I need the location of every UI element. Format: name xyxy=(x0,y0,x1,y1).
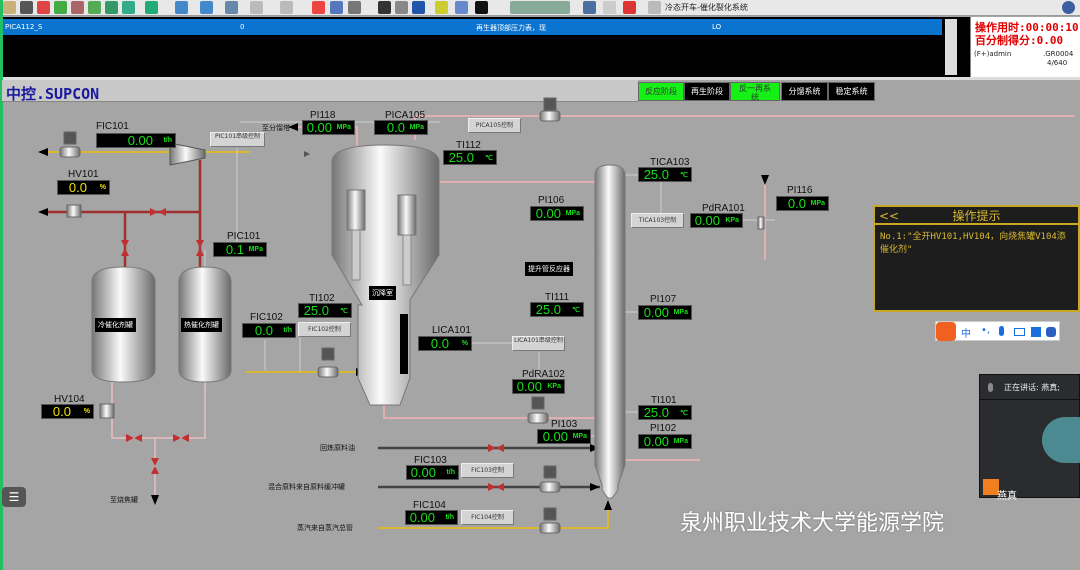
collapse-button[interactable]: << xyxy=(879,207,899,225)
tips-title: 操作提示 xyxy=(952,209,1001,223)
pdra102-display[interactable]: 0.00 KPa xyxy=(512,379,565,394)
hv101-display[interactable]: 0.0% xyxy=(57,180,110,195)
mic-icon[interactable] xyxy=(999,326,1004,336)
pi106-display[interactable]: 0.00 MPa xyxy=(530,206,584,221)
fic104-control-button[interactable]: FIC104控制 xyxy=(461,510,514,525)
fic102-display[interactable]: 0.0 t/h xyxy=(242,323,296,338)
ime-toolbar[interactable]: 中 •, xyxy=(935,321,1060,341)
ti112-display[interactable]: 25.0 ℃ xyxy=(443,150,497,165)
to-burner-label: 至烧焦罐 xyxy=(110,496,138,504)
pica105-display[interactable]: 0.0 MPa xyxy=(374,120,428,135)
tip-line-1: No.1:"全开HV101,HV104，向烧焦罐V104添 xyxy=(880,232,1066,242)
hot-tank-label: 热催化剂罐 xyxy=(181,318,222,332)
pi103-display[interactable]: 0.00 MPa xyxy=(537,429,591,444)
avatar xyxy=(1042,417,1080,463)
fic104-display[interactable]: 0.00 t/h xyxy=(405,510,458,525)
pi102-label: PI102 xyxy=(650,423,677,434)
meeting-window: 正在讲话: 燕真; xyxy=(979,374,1080,498)
recycle-oil-label: 回炼原料油 xyxy=(320,444,355,452)
ti101-display[interactable]: 25.0 ℃ xyxy=(638,405,692,420)
ti111-display[interactable]: 25.0 ℃ xyxy=(530,302,584,317)
pdra101-display[interactable]: 0.00 KPa xyxy=(690,213,743,228)
hv104-display[interactable]: 0.0% xyxy=(41,404,94,419)
hv101-label: HV101 xyxy=(68,169,99,180)
apps-icon[interactable] xyxy=(1046,327,1056,337)
tip-line-2: 催化剂" xyxy=(880,245,913,255)
operation-tips-panel: << 操作提示 No.1:"全开HV101,HV104，向烧焦罐V104添 催化剂" xyxy=(873,205,1080,312)
skin-icon[interactable] xyxy=(1031,327,1041,337)
fic101-label: FIC101 xyxy=(96,121,129,132)
to-fractionator-label: 至分馏塔 xyxy=(262,124,290,132)
tica103-display[interactable]: 25.0 ℃ xyxy=(638,167,692,182)
pic101-display[interactable]: 0.1 MPa xyxy=(213,242,267,257)
mic-icon xyxy=(988,383,993,392)
pi106-label: PI106 xyxy=(538,195,565,206)
riser-reactor xyxy=(594,164,626,499)
mixed-feed-label: 混合原料来自原料缓冲罐 xyxy=(268,483,345,491)
pica105-control-button[interactable]: PICA105控制 xyxy=(468,118,521,133)
ime-punct[interactable]: •, xyxy=(981,325,990,336)
sogou-logo-icon xyxy=(936,322,956,341)
lica101-label: LICA101 xyxy=(432,325,471,336)
speaker-name: 燕真 xyxy=(997,491,1017,502)
fic103-display[interactable]: 0.00 t/h xyxy=(406,465,459,480)
riser-label: 提升管反应器 xyxy=(525,262,573,276)
fic103-control-button[interactable]: FIC103控制 xyxy=(461,463,514,478)
pi116-label: PI116 xyxy=(787,185,813,196)
pipe-tank-bottom xyxy=(111,382,206,495)
pi102-display[interactable]: 0.00 MPa xyxy=(638,434,692,449)
steam-label: 蒸汽来自蒸汽总管 xyxy=(297,524,353,532)
ime-lang[interactable]: 中 xyxy=(961,325,971,340)
pic101-label: PIC101 xyxy=(227,231,261,242)
pi107-display[interactable]: 0.00 MPa xyxy=(638,305,692,320)
pi116-display[interactable]: 0.0 MPa xyxy=(776,196,829,211)
speaking-status: 正在讲话: 燕真; xyxy=(1004,383,1060,392)
lica101-display[interactable]: 0.0% xyxy=(418,336,472,351)
menu-button[interactable]: ☰ xyxy=(2,487,26,507)
watermark: 泉州职业技术大学能源学院 xyxy=(680,511,945,536)
pipe-settler-bottom xyxy=(383,405,595,419)
fic101-display[interactable]: 0.00 t/h xyxy=(96,133,176,148)
pi107-label: PI107 xyxy=(650,294,677,305)
pic101-control-button[interactable]: PIC101串级控制 xyxy=(210,132,265,147)
fic102-control-button[interactable]: FIC102控制 xyxy=(298,322,351,337)
pi118-display[interactable]: 0.00 MPa xyxy=(302,120,355,135)
settler-label: 沉降室 xyxy=(369,286,396,300)
lica101-control-button[interactable]: LICA101串级控制 xyxy=(512,336,565,351)
fic102-label: FIC102 xyxy=(250,312,283,323)
settler-vessel xyxy=(331,144,440,406)
tica103-control-button[interactable]: TICA103控制 xyxy=(631,213,684,228)
keyboard-icon[interactable] xyxy=(1014,328,1025,336)
cold-tank-label: 冷催化剂罐 xyxy=(95,318,136,332)
ti102-display[interactable]: 25.0 ℃ xyxy=(298,303,352,318)
